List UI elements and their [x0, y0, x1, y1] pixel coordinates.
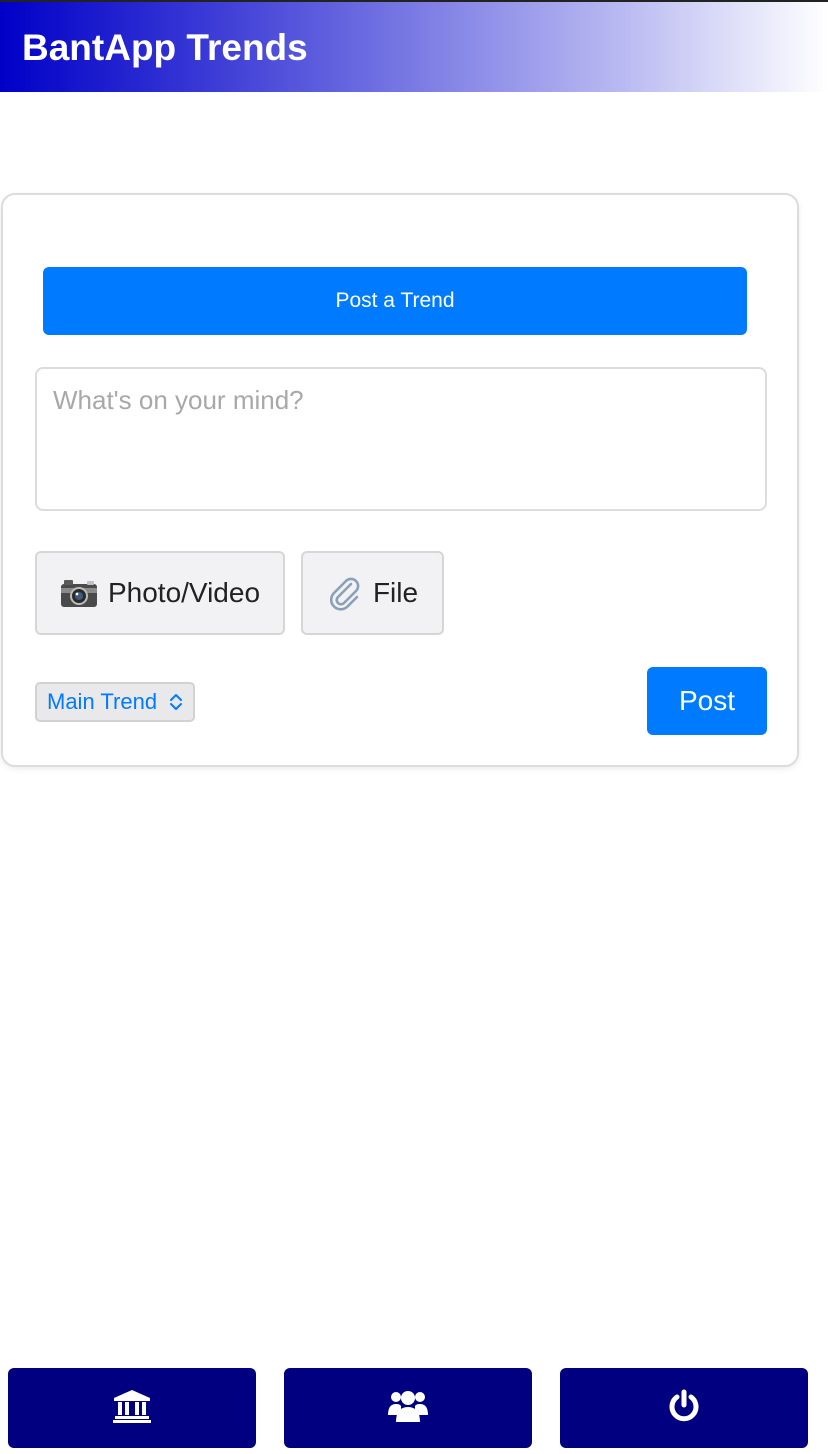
trend-select[interactable]: Main Trend	[35, 682, 195, 722]
app-title: BantApp Trends	[22, 27, 308, 68]
users-icon	[388, 1389, 428, 1428]
post-button[interactable]: Post	[647, 667, 767, 735]
post-composer-card: Post a Trend Photo/Video File Main Trend	[1, 193, 799, 767]
post-text-input[interactable]	[35, 367, 767, 511]
file-button[interactable]: File	[301, 551, 444, 635]
post-a-trend-button[interactable]: Post a Trend	[43, 267, 747, 335]
camera-icon	[60, 578, 98, 608]
chevron-updown-icon	[169, 692, 183, 718]
nav-users-button[interactable]	[284, 1368, 532, 1448]
photo-video-label: Photo/Video	[107, 577, 261, 608]
nav-home-button[interactable]	[8, 1368, 256, 1448]
nav-power-button[interactable]	[560, 1368, 808, 1448]
file-label: File	[372, 577, 419, 608]
photo-video-button[interactable]: Photo/Video	[35, 551, 285, 635]
app-header: BantApp Trends	[0, 0, 828, 92]
power-icon	[667, 1389, 701, 1428]
paperclip-icon	[327, 575, 363, 611]
bank-icon	[112, 1389, 152, 1428]
trend-select-value: Main Trend	[47, 689, 158, 714]
